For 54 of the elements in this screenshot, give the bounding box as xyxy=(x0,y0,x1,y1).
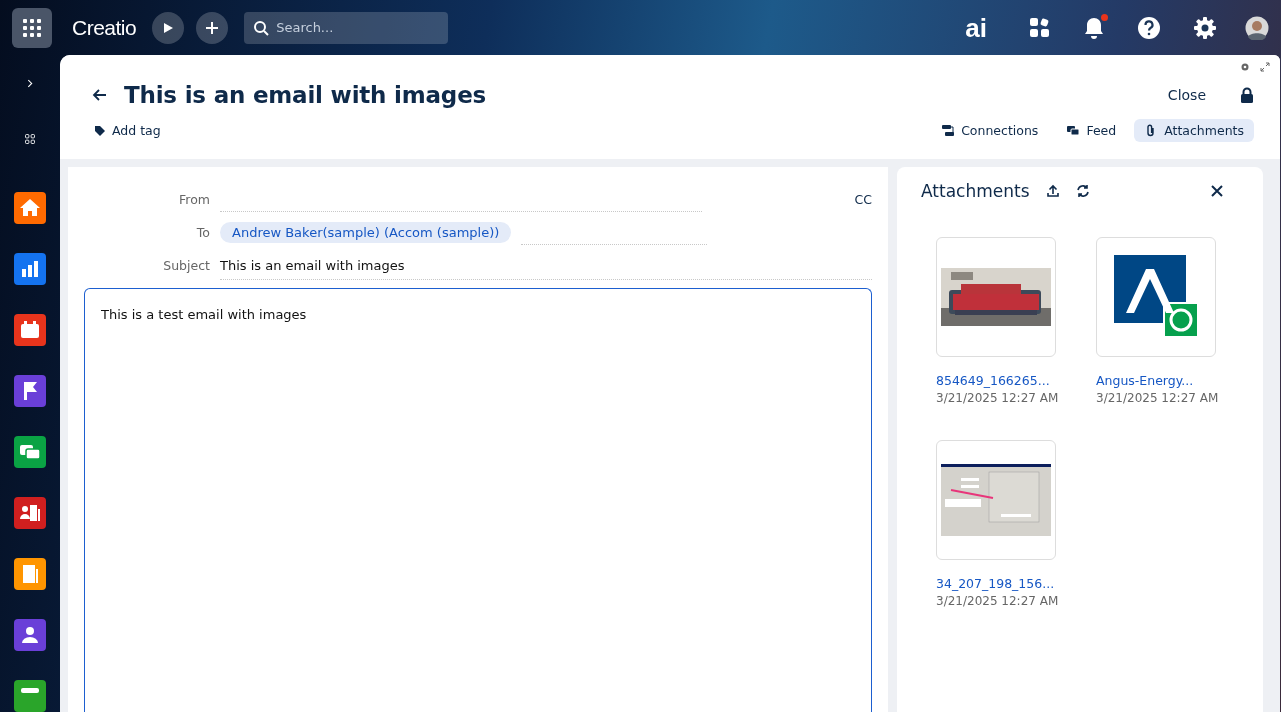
apps-icon[interactable] xyxy=(1029,16,1051,39)
field-label: To xyxy=(195,225,210,240)
run-button[interactable] xyxy=(152,11,185,44)
notifications-icon[interactable] xyxy=(1083,15,1105,40)
ai-button[interactable]: ai xyxy=(965,14,987,41)
file-date: 3/21/2025 12:27 AM xyxy=(1096,389,1220,407)
body-editor[interactable]: This is a test email with images xyxy=(84,288,872,712)
back-icon[interactable] xyxy=(92,88,108,102)
tab[interactable]: Attachments xyxy=(1134,119,1254,142)
calendar-app-icon[interactable] xyxy=(14,314,46,346)
plus-icon xyxy=(205,20,220,35)
grid-icon xyxy=(22,17,42,38)
logo: Creatio xyxy=(72,15,137,40)
settings-icon[interactable] xyxy=(1193,15,1217,40)
help-icon[interactable] xyxy=(1137,15,1161,40)
person-app-icon[interactable] xyxy=(14,619,46,651)
thumbnail[interactable] xyxy=(1096,237,1216,357)
chat-app-icon[interactable] xyxy=(14,436,46,468)
home-app-icon[interactable] xyxy=(14,192,46,224)
chat-icon xyxy=(1066,124,1081,137)
contacts-app-icon[interactable] xyxy=(14,497,46,529)
body-text: This is a test email with images xyxy=(101,307,307,322)
field-label: From xyxy=(178,192,210,207)
refresh-icon[interactable] xyxy=(1075,184,1090,198)
link-icon xyxy=(941,124,956,137)
panel-title: Attachments xyxy=(921,181,1030,201)
page-title: This is an email with images xyxy=(124,82,487,108)
close-button[interactable]: Close xyxy=(1167,87,1206,103)
add-button[interactable] xyxy=(196,11,229,44)
flag-app-icon[interactable] xyxy=(14,375,46,407)
file-link[interactable]: 854649_166265... xyxy=(936,373,1056,390)
add-tag-button[interactable]: Add tag xyxy=(94,123,161,138)
tag-icon xyxy=(94,124,106,137)
upload-icon[interactable] xyxy=(1045,184,1060,198)
recipient-chip[interactable]: Andrew Baker(sample) (Accom (sample)) xyxy=(220,222,512,243)
tab[interactable]: Connections xyxy=(931,119,1049,142)
file-date: 3/21/2025 12:27 AM xyxy=(936,389,1060,407)
inbox-app-icon[interactable] xyxy=(14,680,46,712)
lock-icon[interactable] xyxy=(1240,87,1254,103)
avatar[interactable] xyxy=(1245,15,1269,40)
file-link[interactable]: 34_207_198_156... xyxy=(936,576,1056,593)
app-menu-button[interactable] xyxy=(12,7,52,48)
chart-app-icon[interactable] xyxy=(14,253,46,285)
thumbnail[interactable] xyxy=(936,440,1056,561)
file-link[interactable]: Angus-Energy... xyxy=(1096,373,1216,390)
cc-button[interactable]: CC xyxy=(854,192,872,207)
search-icon xyxy=(253,19,270,36)
field-label: Subject xyxy=(162,258,210,273)
file-date: 3/21/2025 12:27 AM xyxy=(936,592,1060,610)
subject-field[interactable]: This is an email with images xyxy=(220,251,872,280)
play-icon xyxy=(162,21,175,34)
tab[interactable]: Feed xyxy=(1056,119,1127,142)
close-icon[interactable] xyxy=(1211,185,1223,197)
thumbnail[interactable] xyxy=(936,237,1056,357)
